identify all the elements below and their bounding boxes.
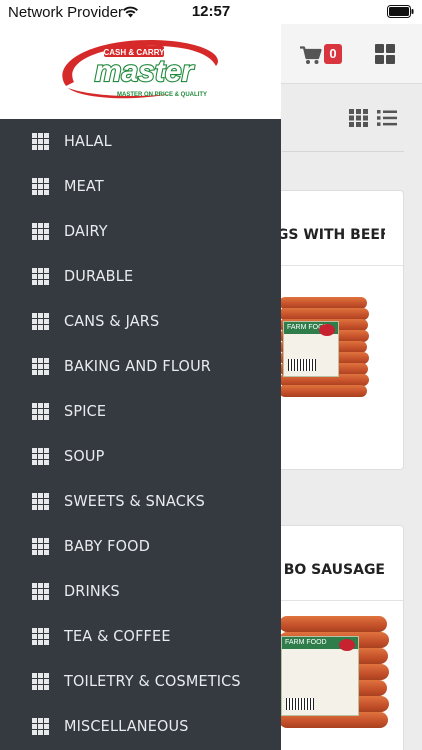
halal-badge-icon xyxy=(339,639,355,651)
menu-item-sweets-snacks[interactable]: SWEETS & SNACKS xyxy=(0,479,281,524)
grid-icon xyxy=(32,178,50,195)
halal-badge-icon xyxy=(319,324,335,336)
brand-logo[interactable]: CASH & CARRY master MASTER ON PRICE & QU… xyxy=(58,36,222,102)
grid-icon xyxy=(32,403,50,420)
menu-item-drinks[interactable]: DRINKS xyxy=(0,569,281,614)
menu-item-label: SPICE xyxy=(64,402,107,420)
side-menu-drawer: CASH & CARRY master MASTER ON PRICE & QU… xyxy=(0,24,281,750)
menu-item-label: TEA & COFFEE xyxy=(64,627,171,645)
menu-item-label: BAKING AND FLOUR xyxy=(64,357,212,375)
grid-icon xyxy=(32,448,50,465)
list-view-icon[interactable] xyxy=(377,109,397,127)
menu-item-baking-flour[interactable]: BAKING AND FLOUR xyxy=(0,344,281,389)
drawer-header: CASH & CARRY master MASTER ON PRICE & QU… xyxy=(0,24,281,119)
product-card[interactable]: OGS WITH BEEF FARM FOOD xyxy=(264,190,404,470)
menu-item-spice[interactable]: SPICE xyxy=(0,389,281,434)
grid-icon xyxy=(32,268,50,285)
package-label: FARM FOOD xyxy=(281,636,359,716)
menu-item-soup[interactable]: SOUP xyxy=(0,434,281,479)
cart-button[interactable]: 0 xyxy=(300,44,344,68)
category-menu: HALAL MEAT DAIRY DURABLE CANS & JARS BAK… xyxy=(0,119,281,749)
menu-item-tea-coffee[interactable]: TEA & COFFEE xyxy=(0,614,281,659)
battery-icon xyxy=(387,5,414,18)
menu-item-toiletry-cosmetics[interactable]: TOILETRY & COSMETICS xyxy=(0,659,281,704)
grid-icon xyxy=(32,628,50,645)
menu-item-baby-food[interactable]: BABY FOOD xyxy=(0,524,281,569)
menu-item-label: MEAT xyxy=(64,177,104,195)
menu-item-label: DURABLE xyxy=(64,267,134,285)
status-bar: Network Provider 12:57 xyxy=(0,0,422,24)
grid-icon xyxy=(32,583,50,600)
product-card[interactable]: BO SAUSAGE FARM FOOD xyxy=(264,525,404,750)
menu-item-label: BABY FOOD xyxy=(64,537,151,555)
product-image: FARM FOOD xyxy=(279,616,389,746)
menu-item-meat[interactable]: MEAT xyxy=(0,164,281,209)
card-divider xyxy=(275,265,403,266)
menu-item-label: SOUP xyxy=(64,447,105,465)
product-title: OGS WITH BEEF xyxy=(265,227,385,243)
grid-icon xyxy=(32,718,50,735)
grid-icon xyxy=(32,358,50,375)
menu-item-durable[interactable]: DURABLE xyxy=(0,254,281,299)
grid-icon xyxy=(32,223,50,240)
menu-item-cans-jars[interactable]: CANS & JARS xyxy=(0,299,281,344)
cart-count-badge: 0 xyxy=(324,44,342,64)
logo-brand-text: master xyxy=(95,55,196,88)
view-toolbar xyxy=(282,94,404,152)
menu-item-miscellaneous[interactable]: MISCELLANEOUS xyxy=(0,704,281,749)
menu-item-halal[interactable]: HALAL xyxy=(0,119,281,164)
barcode-icon xyxy=(286,698,314,710)
grid-view-icon[interactable] xyxy=(349,109,368,127)
menu-item-label: DAIRY xyxy=(64,222,108,240)
menu-item-label: DRINKS xyxy=(64,582,120,600)
grid-icon xyxy=(32,493,50,510)
grid-icon xyxy=(32,313,50,330)
menu-item-label: HALAL xyxy=(64,132,112,150)
logo-tagline: MASTER ON PRICE & QUALITY xyxy=(117,92,207,98)
menu-item-label: CANS & JARS xyxy=(64,312,160,330)
menu-item-label: SWEETS & SNACKS xyxy=(64,492,205,510)
menu-item-dairy[interactable]: DAIRY xyxy=(0,209,281,254)
grid-icon xyxy=(32,673,50,690)
grid-menu-icon[interactable] xyxy=(375,44,397,66)
menu-item-label: TOILETRY & COSMETICS xyxy=(64,672,241,690)
barcode-icon xyxy=(288,359,316,371)
cart-icon xyxy=(300,46,322,64)
card-divider xyxy=(275,600,403,601)
grid-icon xyxy=(32,133,50,150)
grid-icon xyxy=(32,538,50,555)
product-title: BO SAUSAGE xyxy=(283,562,385,578)
menu-item-label: MISCELLANEOUS xyxy=(64,717,189,735)
clock: 12:57 xyxy=(191,3,231,20)
package-label: FARM FOOD xyxy=(283,321,339,377)
product-image: FARM FOOD xyxy=(279,297,369,397)
